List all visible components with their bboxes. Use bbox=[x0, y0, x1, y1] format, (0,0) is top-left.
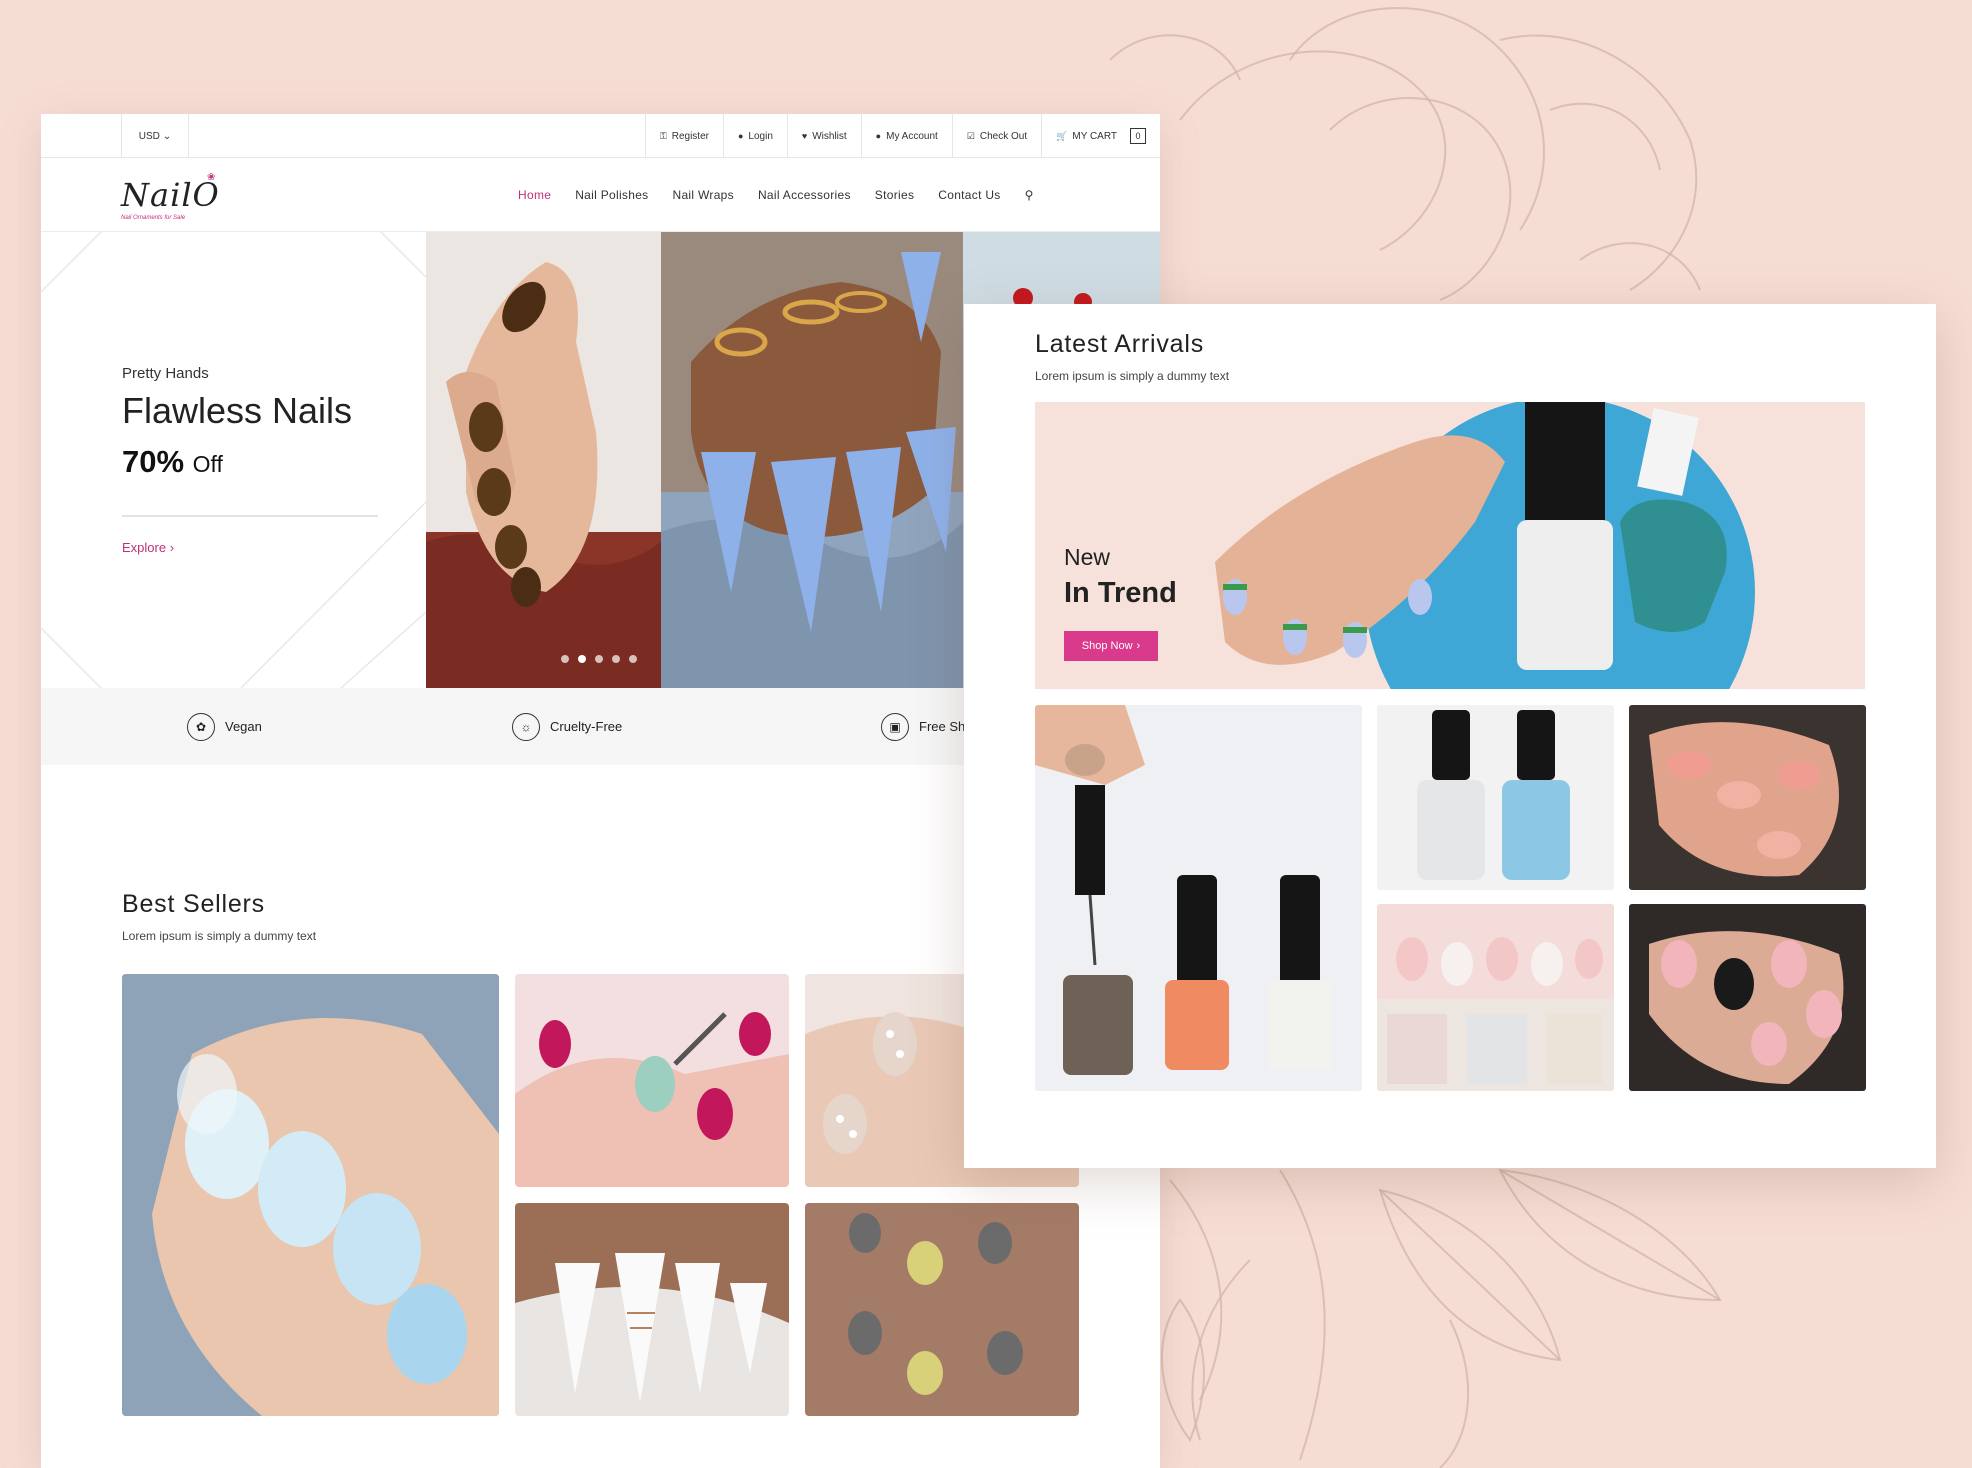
register-link[interactable]: ⚿ Register bbox=[644, 114, 723, 158]
my-account-link[interactable]: ● My Account bbox=[860, 114, 952, 158]
banner-image bbox=[1215, 402, 1755, 689]
hero-title: Flawless Nails bbox=[122, 390, 353, 431]
checkout-label: Check Out bbox=[979, 130, 1028, 142]
explore-link[interactable]: Explore › bbox=[122, 540, 174, 555]
register-label: Register bbox=[671, 130, 709, 142]
slider-dot[interactable] bbox=[629, 655, 637, 663]
explore-label: Explore bbox=[122, 540, 167, 555]
feature-free-shipping: ▣ Free Sh bbox=[881, 688, 965, 765]
feature-cruelty-free: ☼ Cruelty-Free bbox=[512, 688, 622, 765]
hero-offer: 70% Off bbox=[122, 444, 223, 480]
feature-vegan: ✿ Vegan bbox=[187, 688, 262, 765]
hero-text-panel: Pretty Hands Flawless Nails 70% Off Expl… bbox=[41, 232, 426, 688]
cart-label: MY CART bbox=[1072, 130, 1117, 142]
leaf-icon: ✿ bbox=[187, 712, 215, 741]
search-icon[interactable]: ⚲ bbox=[1025, 188, 1034, 202]
hero-image-brown-nails bbox=[426, 232, 661, 688]
login-link[interactable]: ● Login bbox=[722, 114, 787, 158]
nav-contact-us[interactable]: Contact Us bbox=[938, 188, 1000, 202]
product-tile-pink-leaf-nails[interactable] bbox=[1629, 904, 1866, 1091]
slider-dot[interactable] bbox=[561, 655, 569, 663]
rabbit-icon: ☼ bbox=[512, 712, 540, 741]
currency-label: USD bbox=[138, 130, 160, 142]
logo-tagline: Nail Ornaments for Sale bbox=[121, 215, 186, 221]
product-tile-polish-bottles[interactable] bbox=[1035, 705, 1362, 1091]
latest-arrivals-title: Latest Arrivals bbox=[1035, 330, 1205, 358]
product-tile-grey-pattern[interactable] bbox=[805, 1203, 1079, 1416]
brand-logo[interactable]: NailO ❀ Nail Ornaments for Sale bbox=[121, 172, 220, 221]
main-navigation: NailO ❀ Nail Ornaments for Sale Home Nai… bbox=[41, 158, 1160, 232]
currency-selector[interactable]: USD ⌄ bbox=[121, 114, 189, 158]
top-bar: USD ⌄ ⚿ Register ● Login ♥ Wishlist ● My… bbox=[41, 114, 1160, 158]
user-icon: ● bbox=[737, 131, 744, 141]
login-label: Login bbox=[748, 130, 773, 142]
latest-arrivals-subtitle: Lorem ipsum is simply a dummy text bbox=[1035, 369, 1230, 383]
best-sellers-subtitle: Lorem ipsum is simply a dummy text bbox=[122, 929, 317, 943]
product-tile-ombre-blue[interactable] bbox=[122, 974, 499, 1416]
slider-dot[interactable] bbox=[595, 655, 603, 663]
hero-decor-lines bbox=[41, 232, 426, 688]
truck-icon: ▣ bbox=[881, 712, 909, 741]
nav-nail-polishes[interactable]: Nail Polishes bbox=[575, 188, 648, 202]
offer-value: 70% bbox=[122, 444, 185, 479]
product-tile-press-on-stickers[interactable] bbox=[1377, 904, 1614, 1091]
banner-line1: New bbox=[1064, 544, 1111, 570]
account-links: ⚿ Register ● Login ♥ Wishlist ● My Accou… bbox=[644, 114, 1160, 158]
cart-link[interactable]: 🛒 MY CART 0 bbox=[1041, 114, 1160, 158]
slider-dots bbox=[561, 655, 637, 663]
latest-arrivals-window: Latest Arrivals Lorem ipsum is simply a … bbox=[964, 304, 1936, 1168]
nav-stories[interactable]: Stories bbox=[875, 188, 914, 202]
feature-label: Free Sh bbox=[919, 719, 966, 734]
account-icon: ● bbox=[875, 131, 882, 141]
best-sellers-header: Best Sellers Lorem ipsum is simply a dum… bbox=[122, 890, 316, 943]
chevron-down-icon: ⌄ bbox=[162, 130, 172, 142]
nav-nail-wraps[interactable]: Nail Wraps bbox=[672, 188, 733, 202]
cart-count-badge: 0 bbox=[1130, 128, 1146, 144]
my-account-label: My Account bbox=[886, 130, 938, 142]
feature-label: Vegan bbox=[225, 719, 262, 734]
new-in-trend-banner[interactable]: New In Trend Shop Now › bbox=[1035, 402, 1865, 689]
shop-now-button[interactable]: Shop Now › bbox=[1064, 631, 1158, 661]
slider-dot[interactable] bbox=[612, 655, 620, 663]
heart-icon: ♥ bbox=[801, 131, 808, 141]
hero-eyebrow: Pretty Hands bbox=[122, 365, 209, 382]
key-icon: ⚿ bbox=[659, 130, 667, 141]
logo-flower-icon: ❀ bbox=[207, 172, 216, 183]
hero-image-blue-nails bbox=[661, 232, 963, 688]
best-sellers-title: Best Sellers bbox=[122, 890, 265, 918]
check-icon: ☑ bbox=[966, 130, 975, 141]
latest-arrivals-header: Latest Arrivals Lorem ipsum is simply a … bbox=[1035, 330, 1229, 383]
nav-nail-accessories[interactable]: Nail Accessories bbox=[758, 188, 851, 202]
slider-dot-active[interactable] bbox=[578, 655, 586, 663]
wishlist-label: Wishlist bbox=[812, 130, 847, 142]
nav-home[interactable]: Home bbox=[518, 188, 551, 202]
product-tile-pink-nail-art[interactable] bbox=[515, 974, 789, 1187]
hero-divider bbox=[122, 515, 378, 517]
checkout-link[interactable]: ☑ Check Out bbox=[951, 114, 1041, 158]
product-tile-clear-blue-bottles[interactable] bbox=[1377, 705, 1614, 890]
offer-word: Off bbox=[192, 451, 223, 477]
menu: Home Nail Polishes Nail Wraps Nail Acces… bbox=[518, 158, 1034, 232]
banner-line2: In Trend bbox=[1064, 577, 1177, 609]
feature-label: Cruelty-Free bbox=[550, 719, 623, 734]
shop-now-label: Shop Now bbox=[1081, 640, 1133, 652]
logo-wordmark: NailO bbox=[121, 176, 220, 214]
cart-icon: 🛒 bbox=[1056, 130, 1068, 141]
product-tile-white-stiletto[interactable] bbox=[515, 1203, 789, 1416]
product-tile-peach-nails[interactable] bbox=[1629, 705, 1866, 890]
wishlist-link[interactable]: ♥ Wishlist bbox=[786, 114, 861, 158]
